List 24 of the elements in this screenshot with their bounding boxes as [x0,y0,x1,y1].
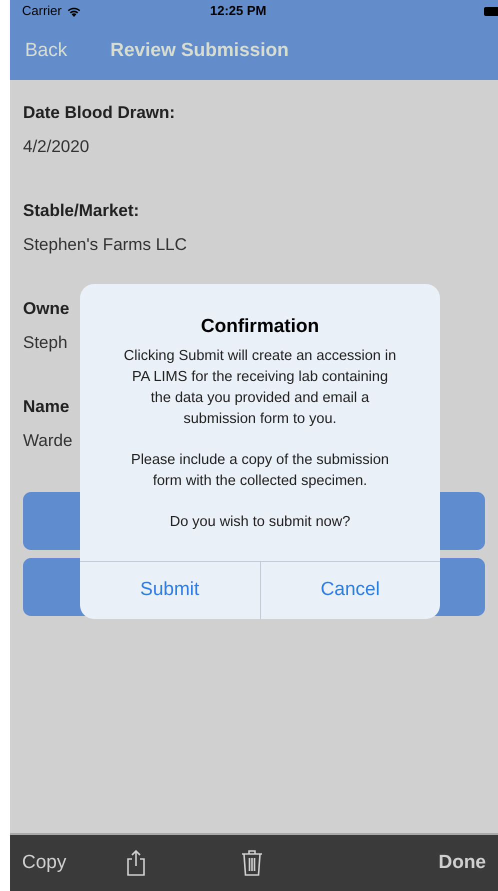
field-label: Date Blood Drawn: [23,102,176,124]
battery-icon [484,6,498,16]
done-button[interactable]: Done [438,848,486,878]
trash-icon[interactable] [241,849,264,877]
field-label: Owne [23,298,70,320]
carrier-label: Carrier [22,2,62,20]
back-button[interactable]: Back [25,36,68,66]
screen-title: Review Submission [110,38,289,63]
field-label: Stable/Market: [23,200,140,222]
field-value: Steph [23,332,68,354]
wifi-icon [66,6,81,16]
field-value: 4/2/2020 [23,136,90,158]
dialog-message: Do you wish to submit now? [170,512,350,532]
dialog-action-button[interactable]: Submit [80,562,260,618]
copy-button[interactable]: Copy [22,848,66,878]
field-value: Stephen's Farms LLC [23,234,187,256]
dialog-message: Please include a copy of the submission form with the collected specimen. [130,450,390,490]
clock-label: 12:25 PM [210,2,266,20]
field-value: Warde [23,430,72,452]
field-label: Name [23,396,70,418]
share-icon[interactable] [126,849,146,877]
dialog-title: Confirmation [200,315,320,339]
dialog-action-button[interactable]: Cancel [260,562,440,618]
dialog-message: Clicking Submit will create an accession in PA LIMS for the receiving lab containing the data you provided and email a submission form to you. [122,346,398,428]
